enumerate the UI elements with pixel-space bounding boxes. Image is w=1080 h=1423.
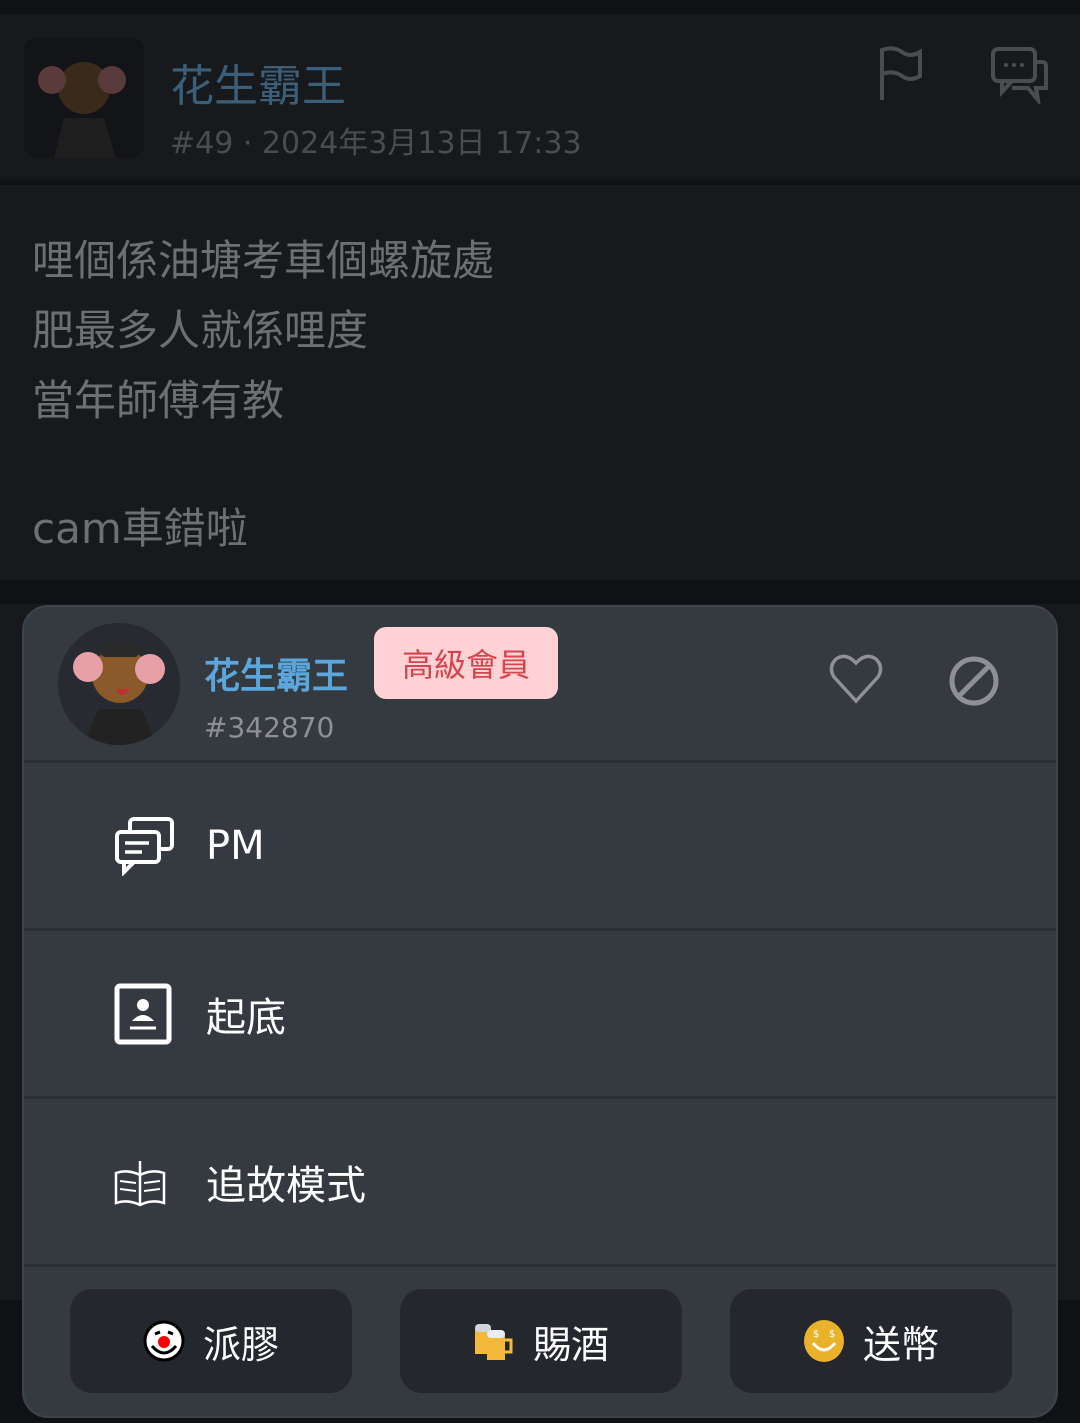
- top-bar: [0, 0, 1080, 14]
- member-badge: 高級會員: [374, 627, 558, 699]
- flag-icon[interactable]: [876, 44, 924, 102]
- give-beer-button[interactable]: 賜酒: [400, 1289, 682, 1393]
- svg-text:$: $: [813, 1329, 819, 1340]
- profile-sheet: 花生霸王 高級會員 #342870 PM 起底 追故模式 派膠 賜酒 $ $ 送幣: [22, 605, 1058, 1418]
- user-id: #342870: [204, 711, 335, 744]
- give-coin-button[interactable]: $ $ 送幣: [730, 1289, 1012, 1393]
- menu-label: 追故模式: [206, 1162, 366, 1209]
- heart-icon[interactable]: [828, 653, 884, 705]
- menu-item-pm[interactable]: PM: [24, 760, 1056, 928]
- beer-icon: [474, 1324, 513, 1360]
- comment-icon[interactable]: [990, 44, 1050, 104]
- coin-smile-icon: $ $: [803, 1320, 844, 1362]
- action-label: 送幣: [862, 1322, 939, 1367]
- post-number: #49: [170, 126, 234, 161]
- post-header: 花生霸王 #49 · 2024年3月13日 17:33: [0, 14, 1080, 182]
- user-avatar: [58, 623, 180, 745]
- username: 花生霸王: [204, 656, 349, 697]
- book-icon: [114, 1160, 166, 1206]
- author-avatar[interactable]: [24, 38, 144, 158]
- menu-label: 起底: [206, 994, 286, 1041]
- clown-face-icon: [143, 1320, 185, 1362]
- author-name[interactable]: 花生霸王: [170, 50, 346, 114]
- post-line: 哩個係油塘考車個螺旋處: [32, 236, 495, 285]
- post-line: cam車錯啦: [32, 504, 248, 553]
- block-icon[interactable]: [948, 655, 1000, 707]
- post-body: 哩個係油塘考車個螺旋處 肥最多人就係哩度 當年師傅有教 cam車錯啦: [0, 185, 1080, 580]
- divider: [0, 580, 1080, 604]
- action-label: 派膠: [202, 1322, 279, 1367]
- menu-item-profile[interactable]: 起底: [24, 928, 1056, 1096]
- post-line: 肥最多人就係哩度: [32, 306, 369, 355]
- post-line: 當年師傅有教: [32, 376, 285, 425]
- post-timestamp: · 2024年3月13日 17:33: [242, 126, 582, 161]
- chat-icon: [115, 816, 174, 876]
- menu-item-follow-mode[interactable]: 追故模式: [24, 1096, 1056, 1264]
- profile-card-icon: [114, 983, 172, 1044]
- action-label: 賜酒: [532, 1322, 609, 1367]
- give-clown-button[interactable]: 派膠: [70, 1289, 352, 1393]
- post-meta: #49 · 2024年3月13日 17:33: [170, 118, 582, 162]
- svg-text:$: $: [829, 1329, 835, 1340]
- menu-label: PM: [206, 822, 265, 869]
